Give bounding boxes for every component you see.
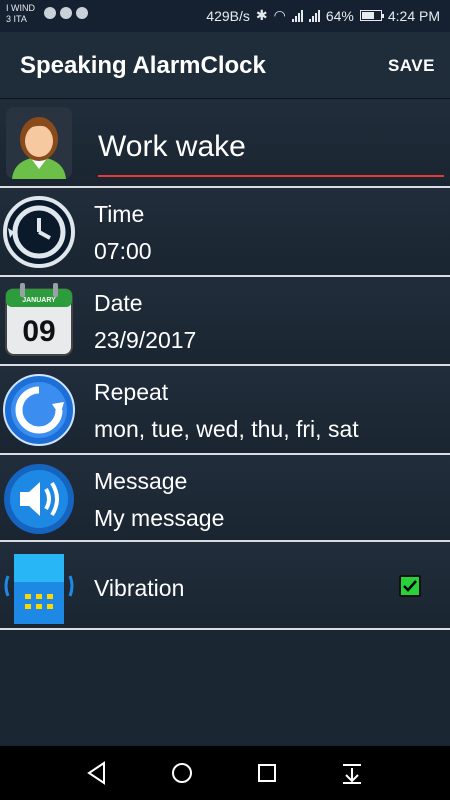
alarm-name-input[interactable]: Work wake xyxy=(98,127,444,177)
network-speed: 429B/s xyxy=(206,7,250,24)
calendar-month: JANUARY xyxy=(22,297,56,304)
clock-time: 4:24 PM xyxy=(387,7,440,24)
date-label: Date xyxy=(94,290,143,316)
battery-percent: 64% xyxy=(325,7,354,24)
alarm-name-row: Work wake xyxy=(0,99,450,188)
vibration-checkbox[interactable] xyxy=(399,575,421,597)
vibration-row[interactable]: Vibration xyxy=(0,542,450,630)
status-right: 429B/s ✱ ◠ 64% 4:24 PM xyxy=(206,7,440,24)
notifications-icon[interactable] xyxy=(339,760,365,786)
signal-icon xyxy=(291,9,303,22)
checkmark-icon xyxy=(403,580,417,592)
app-title: Speaking AlarmClock xyxy=(20,52,266,79)
status-bar: I WIND 3 ITA 429B/s ✱ ◠ 64% 4:24 PM xyxy=(0,0,450,32)
save-button[interactable]: SAVE xyxy=(388,56,435,76)
time-row[interactable]: Time 07:00 xyxy=(0,188,450,277)
speaker-icon xyxy=(4,464,74,534)
recents-icon[interactable] xyxy=(254,760,280,786)
app-bar: Speaking AlarmClock SAVE xyxy=(0,32,450,99)
time-value: 07:00 xyxy=(94,238,152,264)
repeat-label: Repeat xyxy=(94,379,169,405)
repeat-icon xyxy=(3,374,75,446)
carrier-label: I WIND 3 ITA xyxy=(6,3,35,25)
notification-icon xyxy=(44,7,56,19)
date-value: 23/9/2017 xyxy=(94,327,197,353)
message-row[interactable]: Message My message xyxy=(0,455,450,542)
back-icon[interactable] xyxy=(84,760,110,786)
wifi-icon: ◠ xyxy=(273,7,286,23)
carrier-line1: I WIND xyxy=(6,3,35,13)
message-value: My message xyxy=(94,505,225,531)
signal-icon xyxy=(308,9,320,22)
calendar-icon: JANUARY 09 xyxy=(5,283,73,356)
carrier-line2: 3 ITA xyxy=(6,14,27,24)
repeat-row[interactable]: Repeat mon, tue, wed, thu, fri, sat xyxy=(0,366,450,455)
phone-vibrate-icon xyxy=(4,554,74,624)
whatsapp-icon xyxy=(60,7,72,19)
battery-icon xyxy=(359,10,384,21)
clock-icon xyxy=(3,196,75,268)
bluetooth-icon: ✱ xyxy=(255,7,268,23)
avatar-icon xyxy=(6,107,72,179)
home-icon[interactable] xyxy=(169,760,195,786)
notification-icon xyxy=(76,7,88,19)
notification-icons xyxy=(44,7,88,19)
navigation-bar xyxy=(0,746,450,800)
message-label: Message xyxy=(94,468,188,494)
repeat-value: mon, tue, wed, thu, fri, sat xyxy=(94,416,359,442)
date-row[interactable]: JANUARY 09 Date 23/9/2017 xyxy=(0,277,450,366)
vibration-label: Vibration xyxy=(94,575,185,601)
calendar-day: 09 xyxy=(22,315,55,348)
time-label: Time xyxy=(94,201,145,227)
